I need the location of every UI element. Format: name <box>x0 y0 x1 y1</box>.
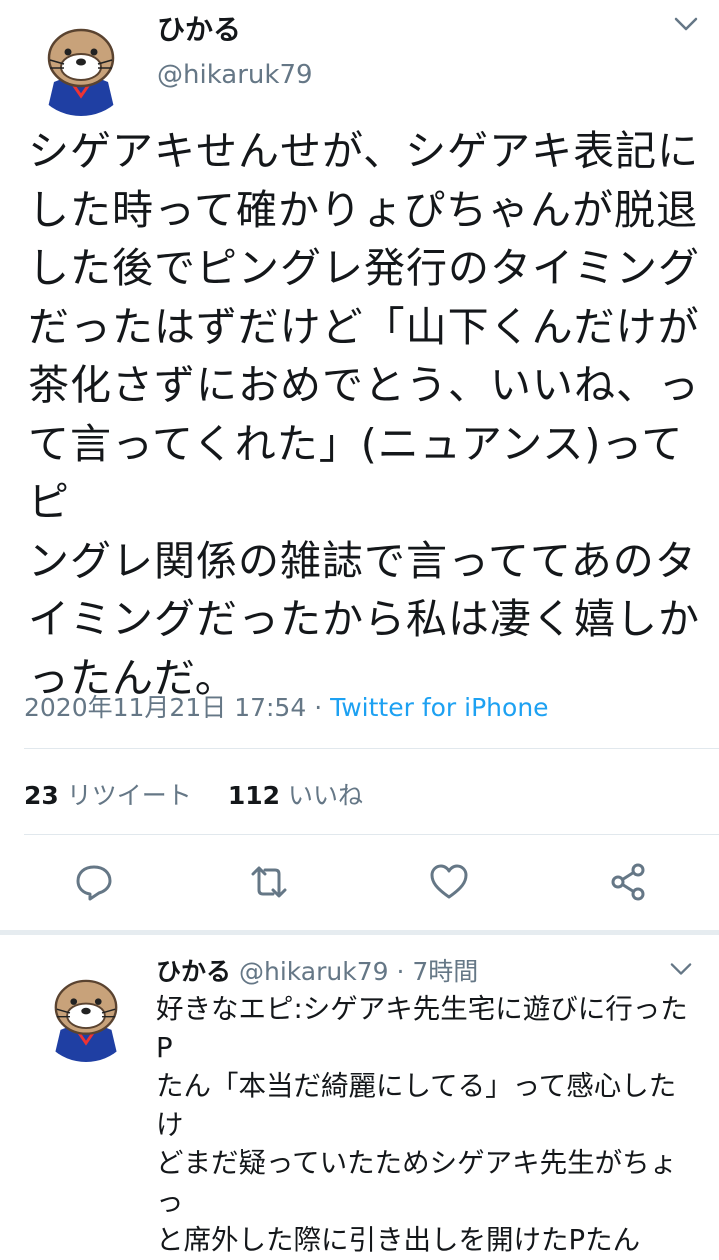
tweet-source-link[interactable]: Twitter for iPhone <box>330 693 548 722</box>
author-handle[interactable]: @hikaruk79 <box>157 60 313 90</box>
share-icon <box>611 863 645 901</box>
reply-author-handle[interactable]: @hikaruk79 <box>239 957 389 986</box>
chevron-down-icon <box>674 17 698 31</box>
avatar[interactable] <box>28 10 134 116</box>
like-count[interactable]: 112 <box>228 781 280 810</box>
reply-time[interactable]: · 7時間 <box>396 957 478 986</box>
divider <box>24 748 719 749</box>
share-button[interactable] <box>604 858 652 906</box>
chevron-down-icon <box>670 963 692 975</box>
tweet-menu-button[interactable] <box>672 12 700 36</box>
tweet-text: シゲアキせんせが、シゲアキ表記に した時って確かりょぴちゃんが脱退 した後でピン… <box>28 127 700 702</box>
tweet-timestamp[interactable]: 2020年11月21日 17:54 <box>24 693 306 722</box>
divider <box>24 834 719 835</box>
retweet-count[interactable]: 23 <box>24 781 59 810</box>
reply-header: ひかる @hikaruk79 · 7時間 <box>156 952 478 988</box>
reply-avatar[interactable] <box>36 962 136 1062</box>
like-label[interactable]: いいね <box>288 781 363 810</box>
otter-avatar-image <box>36 962 136 1062</box>
retweet-button[interactable] <box>245 858 293 906</box>
otter-avatar-image <box>28 10 134 116</box>
retweet-label[interactable]: リツイート <box>67 781 192 810</box>
tweet-meta: 2020年11月21日 17:54 · Twitter for iPhone <box>24 688 549 724</box>
meta-separator: · <box>306 693 331 722</box>
section-divider <box>0 930 719 935</box>
reply-menu-button[interactable] <box>668 958 694 980</box>
like-button[interactable] <box>425 858 473 906</box>
reply-text: 好きなエピ:シゲアキ先生宅に遊びに行ったP たん「本当だ綺麗にしてる」って感心し… <box>156 993 688 1256</box>
reply-button[interactable] <box>70 858 118 906</box>
heart-icon <box>430 864 468 899</box>
tweet-stats: 23 リツイート 112 いいね <box>24 776 399 812</box>
retweet-icon <box>251 866 287 898</box>
reply-author-name[interactable]: ひかる <box>156 957 231 986</box>
author-name[interactable]: ひかる <box>157 8 241 48</box>
reply-icon <box>76 865 112 901</box>
